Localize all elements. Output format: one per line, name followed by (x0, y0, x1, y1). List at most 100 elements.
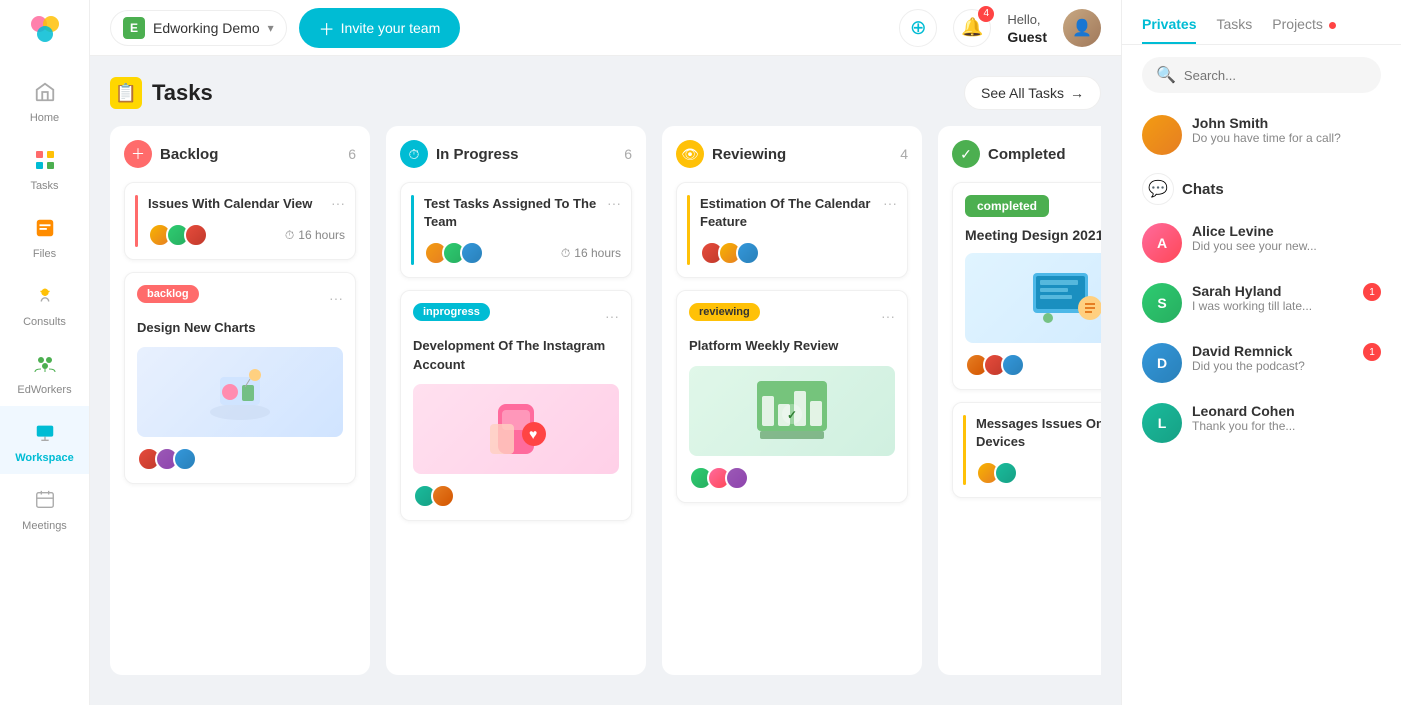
tab-tasks[interactable]: Tasks (1216, 16, 1252, 44)
avatar-stack-c7 (965, 353, 1019, 377)
sidebar-item-tasks[interactable]: Tasks (0, 134, 89, 202)
svg-text:✓: ✓ (787, 408, 797, 422)
col-title-row-inprogress: ⏱ In Progress (400, 140, 519, 168)
chat-info-sarah: Sarah Hyland I was working till late... (1192, 283, 1353, 313)
avatar-stack-c6 (689, 466, 743, 490)
col-title-row-backlog: ＋ Backlog (124, 140, 218, 168)
card-dots-c1[interactable]: ··· (331, 195, 345, 211)
tabs-row: Privates Tasks Projects (1142, 16, 1381, 44)
avatar-c6-3 (725, 466, 749, 490)
column-reviewing: 👁 Reviewing 4 Estimation Of The Calendar… (662, 126, 922, 675)
search-input[interactable] (1184, 68, 1367, 83)
task-card-c2[interactable]: backlog ··· Design New Charts (124, 272, 356, 484)
completed-col-icon: ✓ (952, 140, 980, 168)
card-image-c6: ✓ (689, 366, 895, 456)
chats-section-header: 💬 Chats (1122, 165, 1401, 213)
task-card-c4[interactable]: inprogress ··· Development Of The Instag… (400, 290, 632, 520)
task-card-c6[interactable]: reviewing ··· Platform Weekly Review (676, 290, 908, 502)
task-card-c3[interactable]: Test Tasks Assigned To The Team ··· ⏱ (400, 182, 632, 278)
board-title: Tasks (152, 80, 213, 106)
chat-name-david: David Remnick (1192, 343, 1353, 359)
task-title-c1: Issues With Calendar View (148, 195, 312, 213)
card-dots-c2[interactable]: ··· (329, 290, 343, 306)
sidebar-item-workspace[interactable]: Workspace (0, 406, 89, 474)
inprogress-col-count: 6 (624, 146, 632, 162)
contact-john[interactable]: John Smith Do you have time for a call? (1122, 105, 1401, 165)
chat-name-alice: Alice Levine (1192, 223, 1381, 239)
workspace-name: Edworking Demo (153, 20, 260, 36)
card-image-c2 (137, 347, 343, 437)
guest-name: Guest (1007, 29, 1047, 45)
add-button[interactable]: ⊕ (899, 9, 937, 47)
workspace-selector[interactable]: E Edworking Demo ▾ (110, 10, 287, 46)
files-icon (29, 212, 61, 244)
chat-bubble-icon: 💬 (1142, 173, 1174, 205)
user-avatar[interactable]: 👤 (1063, 9, 1101, 47)
tab-projects[interactable]: Projects (1272, 16, 1335, 44)
task-title-c7: Meeting Design 2021 (965, 227, 1101, 243)
task-card-c7[interactable]: completed Meeting Design 2021 (952, 182, 1101, 390)
avatar-c5-3 (736, 241, 760, 265)
task-card-c5[interactable]: Estimation Of The Calendar Feature ··· (676, 182, 908, 278)
chat-info-alice: Alice Levine Did you see your new... (1192, 223, 1381, 253)
column-inprogress: ⏱ In Progress 6 Test Tasks Assigned To T… (386, 126, 646, 675)
chat-badge-david: 1 (1363, 343, 1381, 361)
invite-button[interactable]: ＋ Invite your team (299, 8, 461, 48)
task-card-c1[interactable]: Issues With Calendar View ··· ⏱ (124, 182, 356, 260)
avatar-stack-c3 (424, 241, 478, 265)
inprogress-col-icon: ⏱ (400, 140, 428, 168)
col-header-reviewing: 👁 Reviewing 4 (676, 140, 908, 168)
sidebar-item-files[interactable]: Files (0, 202, 89, 270)
svg-text:♥: ♥ (529, 426, 537, 442)
sidebar-item-consults[interactable]: Consults (0, 270, 89, 338)
card-border-c1 (135, 195, 138, 247)
tab-privates[interactable]: Privates (1142, 16, 1196, 44)
chat-alice[interactable]: A Alice Levine Did you see your new... (1122, 213, 1401, 273)
card-dots-c4[interactable]: ··· (605, 308, 619, 324)
chat-preview-sarah: I was working till late... (1192, 299, 1353, 313)
left-sidebar: Home Tasks Files Consults (0, 0, 90, 705)
workspace-icon (29, 416, 61, 448)
see-all-tasks-button[interactable]: See All Tasks → (964, 76, 1101, 110)
avatar-c1-3 (184, 223, 208, 247)
consults-icon (29, 280, 61, 312)
completed-col-name: Completed (988, 146, 1066, 163)
avatar-c8-2 (994, 461, 1018, 485)
chat-leonard[interactable]: L Leonard Cohen Thank you for the... (1122, 393, 1401, 453)
avatar-c3-3 (460, 241, 484, 265)
card-dots-c5[interactable]: ··· (883, 195, 897, 211)
card-dots-c3[interactable]: ··· (607, 195, 621, 211)
sidebar-item-edworkers[interactable]: EdWorkers (0, 338, 89, 406)
task-title-c4: Development Of The Instagram Account (413, 337, 619, 373)
avatar-placeholder: 👤 (1063, 9, 1101, 47)
avatar-stack-c1 (148, 223, 202, 247)
chat-sarah[interactable]: S Sarah Hyland I was working till late..… (1122, 273, 1401, 333)
search-bar[interactable]: 🔍 (1142, 57, 1381, 93)
chats-section-label: Chats (1182, 181, 1224, 198)
task-card-c8[interactable]: Messages Issues On Ios Devices ··· (952, 402, 1101, 498)
sidebar-item-home[interactable]: Home (0, 66, 89, 134)
avatar-c2-3 (173, 447, 197, 471)
backlog-col-icon: ＋ (124, 140, 152, 168)
chat-name-john: John Smith (1192, 115, 1381, 131)
reviewing-col-icon: 👁 (676, 140, 704, 168)
sidebar-item-home-label: Home (30, 112, 59, 124)
avatar-stack-c4 (413, 484, 449, 508)
chat-name-sarah: Sarah Hyland (1192, 283, 1353, 299)
chat-name-leonard: Leonard Cohen (1192, 403, 1381, 419)
col-header-inprogress: ⏱ In Progress 6 (400, 140, 632, 168)
board-title-row: 📋 Tasks (110, 77, 213, 109)
time-c3: ⏱ 16 hours (561, 246, 621, 261)
sidebar-item-meetings[interactable]: Meetings (0, 474, 89, 542)
sidebar-item-consults-label: Consults (23, 316, 66, 328)
avatar-john (1142, 115, 1182, 155)
notifications-button[interactable]: 🔔 4 (953, 9, 991, 47)
chat-info-john: John Smith Do you have time for a call? (1192, 115, 1381, 145)
card-dots-c6[interactable]: ··· (881, 308, 895, 324)
avatar-leonard: L (1142, 403, 1182, 443)
card-border-c3 (411, 195, 414, 265)
tasks-icon (29, 144, 61, 176)
edworkers-icon (29, 348, 61, 380)
sidebar-item-tasks-label: Tasks (30, 180, 58, 192)
chat-david[interactable]: D David Remnick Did you the podcast? 1 (1122, 333, 1401, 393)
